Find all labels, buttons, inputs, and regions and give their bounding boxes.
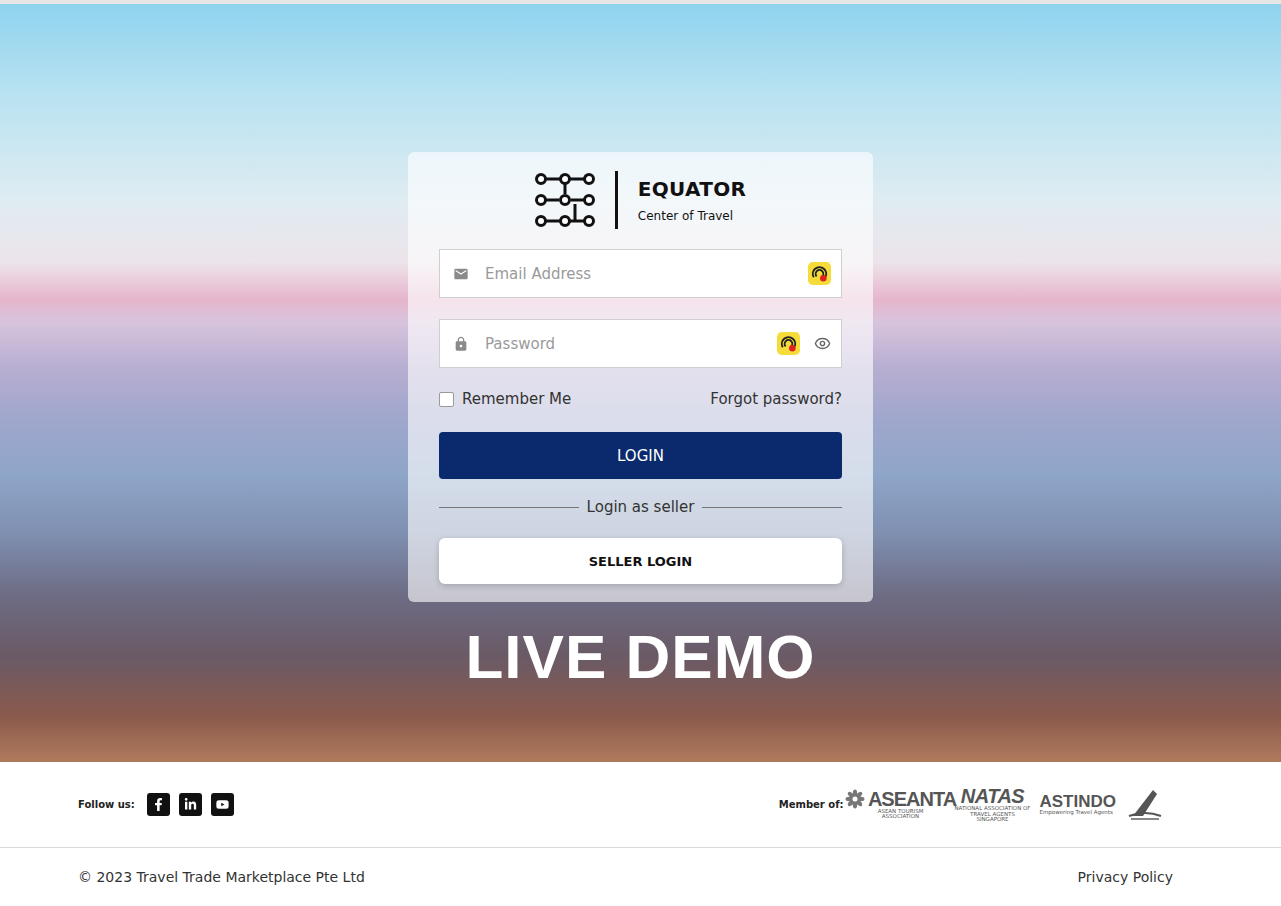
email-input[interactable] xyxy=(483,264,794,284)
password-manager-icon[interactable] xyxy=(808,262,831,285)
eye-icon[interactable] xyxy=(814,335,831,352)
brand-name: EQUATOR xyxy=(638,177,746,201)
live-demo-banner: LIVE DEMO xyxy=(465,620,815,694)
brand-tagline: Center of Travel xyxy=(638,209,746,223)
youtube-icon[interactable] xyxy=(211,793,234,816)
member-subtitle: Empowering Travel Agents xyxy=(1040,810,1113,816)
member-subtitle: ASEAN TOURISM ASSOCIATION xyxy=(863,809,939,821)
memberships: Member of: ASEANTAASEAN TOURISM ASSOCIATI… xyxy=(779,786,1165,823)
remember-checkbox[interactable] xyxy=(439,392,454,407)
brand-text: EQUATOR Center of Travel xyxy=(638,177,746,223)
options-row: Remember Me Forgot password? xyxy=(439,390,842,408)
association-emblem-icon xyxy=(1125,786,1165,822)
follow-us: Follow us: xyxy=(78,793,234,816)
forgot-password-link[interactable]: Forgot password? xyxy=(710,390,842,408)
password-input[interactable] xyxy=(483,334,763,354)
seller-divider-text: Login as seller xyxy=(587,498,695,516)
divider-line xyxy=(702,507,842,508)
member-name: ASTINDO xyxy=(1040,793,1117,810)
envelope-icon xyxy=(453,266,469,282)
hero-background: EQUATOR Center of Travel Remember Me Forgot… xyxy=(0,4,1281,762)
logo-divider xyxy=(615,171,618,229)
brand-logo: EQUATOR Center of Travel xyxy=(439,168,842,232)
copyright: © 2023 Travel Trade Marketplace Pte Ltd xyxy=(78,869,365,885)
seller-login-button[interactable]: SELLER LOGIN xyxy=(439,538,842,584)
login-card: EQUATOR Center of Travel Remember Me Forgot… xyxy=(408,152,873,602)
member-logo: ASTINDOEmpowering Travel Agents xyxy=(1040,793,1117,816)
linkedin-icon[interactable] xyxy=(179,793,202,816)
login-button[interactable]: LOGIN xyxy=(439,432,842,479)
footer: Follow us: Member of: ASEANTAASEAN TOURISM… xyxy=(0,762,1281,847)
member-subtitle: NATIONAL ASSOCIATION OF TRAVEL AGENTS SI… xyxy=(955,806,1031,823)
privacy-policy-link[interactable]: Privacy Policy xyxy=(1078,869,1173,885)
divider-line xyxy=(439,507,579,508)
equator-logo-icon xyxy=(535,170,595,230)
flower-icon xyxy=(845,789,865,809)
email-field[interactable] xyxy=(439,249,842,298)
login-page: EQUATOR Center of Travel Remember Me Forgot… xyxy=(0,0,1281,906)
member-name: NATAS xyxy=(961,786,1024,806)
member-name: ASEANTA xyxy=(868,789,956,809)
member-label: Member of: xyxy=(779,799,844,810)
bottom-bar: © 2023 Travel Trade Marketplace Pte Ltd P… xyxy=(0,847,1281,906)
seller-divider: Login as seller xyxy=(439,498,842,516)
follow-label: Follow us: xyxy=(78,799,135,810)
password-manager-icon[interactable] xyxy=(777,332,800,355)
facebook-icon[interactable] xyxy=(147,793,170,816)
password-field[interactable] xyxy=(439,319,842,368)
member-logo: ASEANTAASEAN TOURISM ASSOCIATION xyxy=(856,789,946,821)
remember-me[interactable]: Remember Me xyxy=(439,390,571,408)
member-logo: NATASNATIONAL ASSOCIATION OF TRAVEL AGEN… xyxy=(955,786,1031,823)
lock-icon xyxy=(453,336,469,352)
